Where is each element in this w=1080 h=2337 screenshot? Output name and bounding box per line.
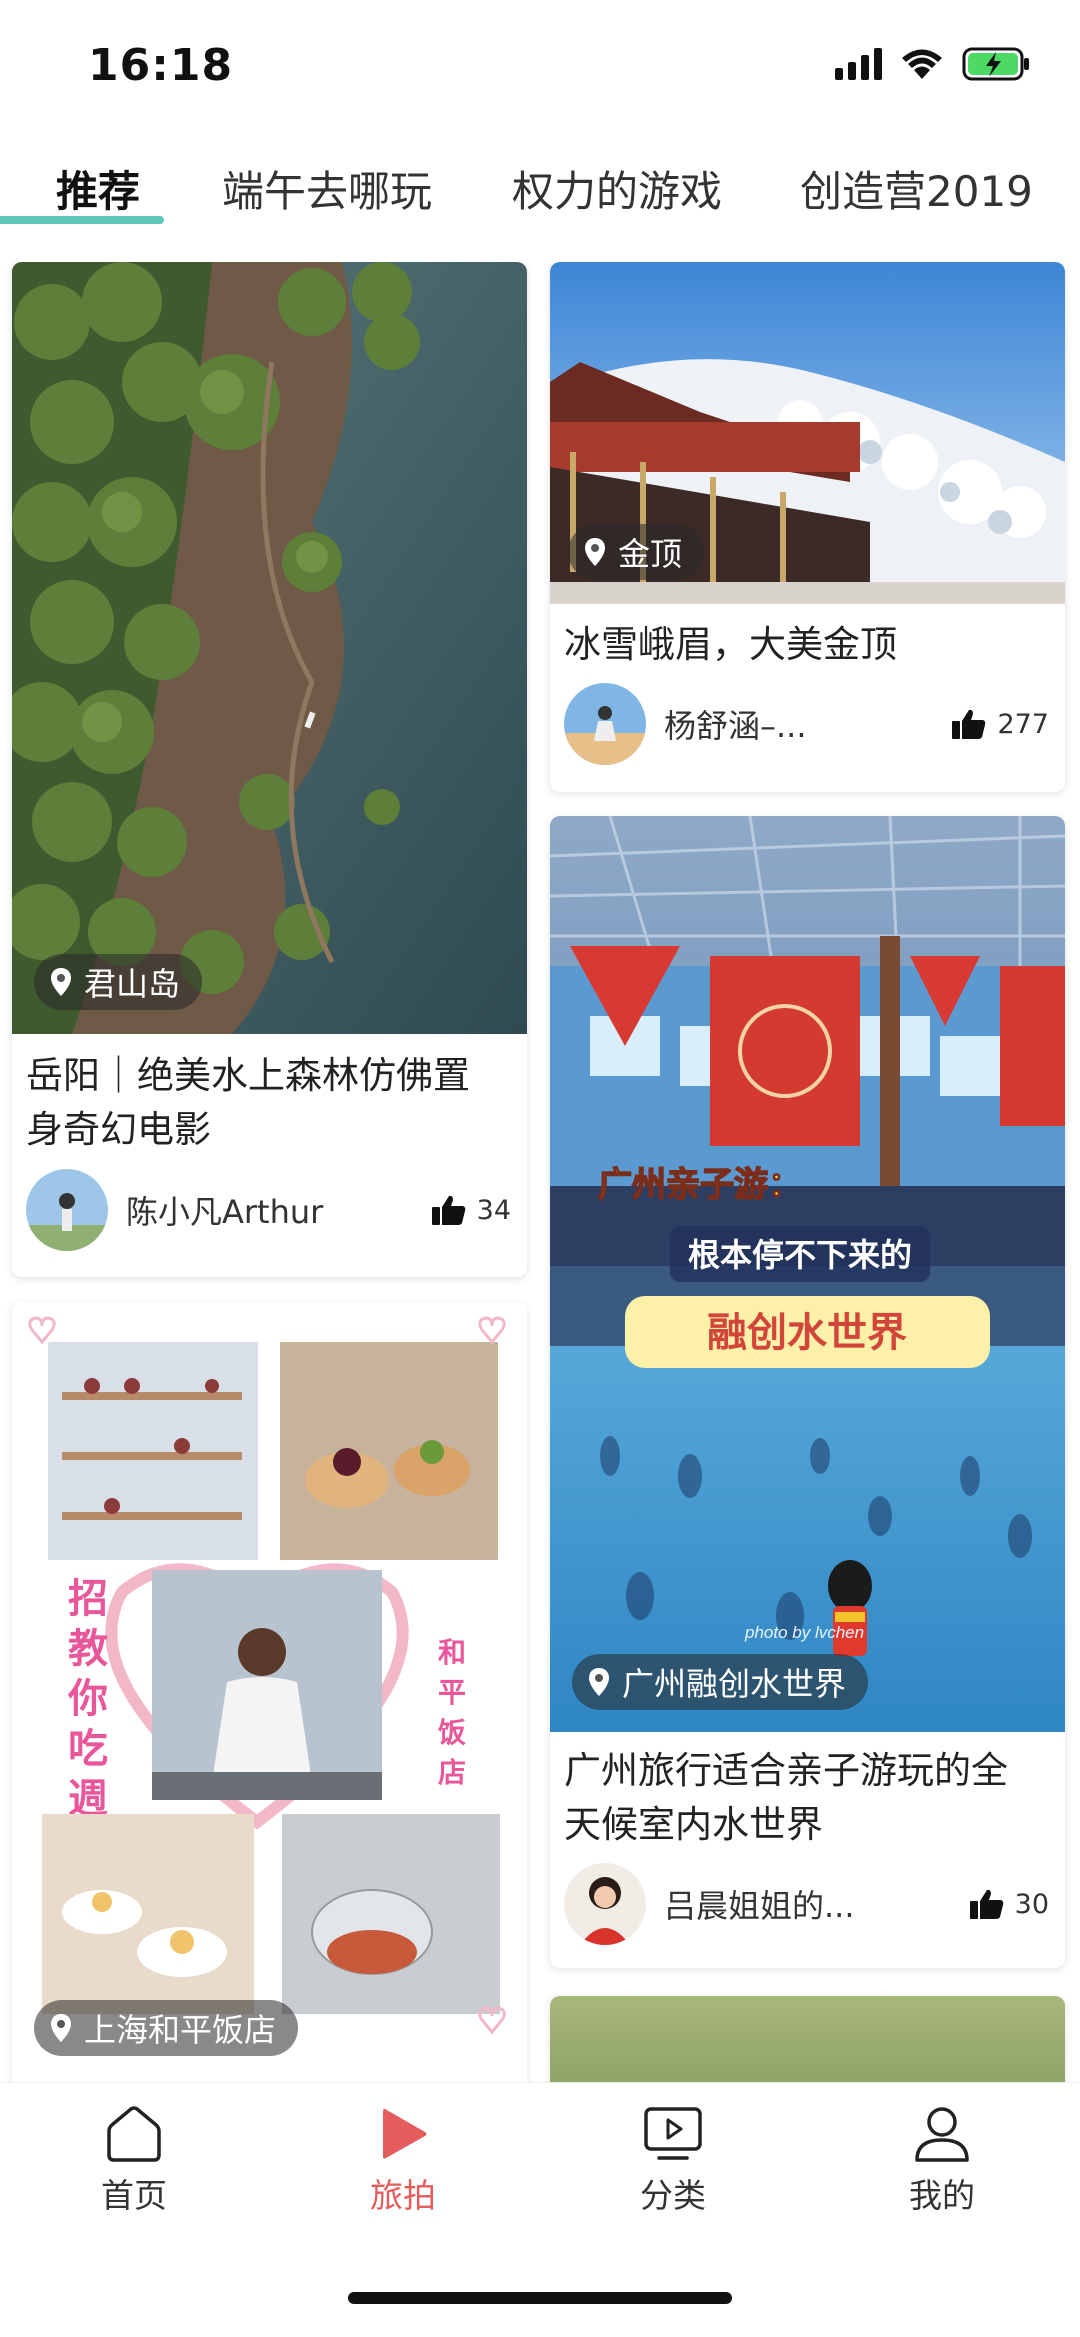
- nav-travel-shots[interactable]: 旅拍: [323, 2105, 483, 2217]
- tab-produce-camp-2019[interactable]: 创造营2019: [800, 158, 1033, 219]
- post-title[interactable]: 冰雪峨眉，大美金顶: [564, 618, 1051, 672]
- post-meta: 吕晨姐姐的... 30: [564, 1862, 1049, 1946]
- post-title-line: 广州旅行适合亲子游玩的全: [564, 1749, 1008, 1792]
- svg-text:招: 招: [68, 1577, 108, 1621]
- nav-home[interactable]: 首页: [54, 2105, 214, 2217]
- post-image[interactable]: 金顶: [550, 262, 1065, 604]
- location-label: 金顶: [618, 535, 683, 573]
- post-title-line: 岳阳｜绝美水上森林仿佛置: [26, 1054, 470, 1097]
- svg-text:饭: 饭: [438, 1717, 466, 1748]
- status-bar: 16:18: [0, 0, 1080, 132]
- nav-label: 旅拍: [370, 2176, 436, 2215]
- nav-label: 分类: [640, 2176, 706, 2215]
- author-name[interactable]: 杨舒涵–...: [664, 701, 951, 747]
- thumbs-up-icon: [969, 1889, 1003, 1919]
- post-title-line: 冰雪峨眉，大美金顶: [564, 623, 897, 666]
- post-image[interactable]: 广州亲子游： 根本停不下来的 融创水世界 photo by lvchen 广州融…: [550, 816, 1065, 1732]
- post-image[interactable]: 君山岛: [12, 262, 527, 1034]
- post-card[interactable]: [550, 1996, 1065, 2082]
- thumbs-up-icon: [952, 709, 986, 739]
- home-indicator[interactable]: [348, 2292, 732, 2304]
- svg-text:吃: 吃: [68, 1727, 108, 1771]
- svg-text:店: 店: [438, 1757, 466, 1788]
- like-count[interactable]: 30: [969, 1888, 1049, 1920]
- avatar[interactable]: [564, 1863, 646, 1945]
- post-title[interactable]: 广州旅行适合亲子游玩的全 天候室内水世界: [564, 1744, 1051, 1852]
- location-tag[interactable]: 上海和平饭店: [34, 2000, 299, 2056]
- watermark-text: photo by lvchen: [744, 1623, 864, 1642]
- home-icon: [107, 2106, 161, 2162]
- svg-text:你: 你: [67, 1677, 108, 1721]
- location-pin-icon: [51, 968, 71, 996]
- location-pin-icon: [51, 2014, 71, 2042]
- active-tab-indicator: [0, 216, 164, 224]
- location-tag[interactable]: 广州融创水世界: [572, 1654, 869, 1710]
- video-category-icon: [644, 2107, 702, 2160]
- location-tag[interactable]: 金顶: [568, 524, 705, 580]
- thumbs-up-icon: [431, 1195, 465, 1225]
- overlay-caption: 广州亲子游：: [598, 1166, 802, 1204]
- avatar[interactable]: [564, 683, 646, 765]
- post-image[interactable]: 招教你吃週 和平饭店 上海和平饭店: [12, 1302, 527, 2082]
- post-title[interactable]: 岳阳｜绝美水上森林仿佛置 身奇幻电影: [26, 1049, 513, 1157]
- overlay-caption: 根本停不下来的: [688, 1237, 912, 1273]
- like-count[interactable]: 277: [951, 708, 1049, 740]
- tab-recommend[interactable]: 推荐: [56, 158, 140, 219]
- nav-profile[interactable]: 我的: [862, 2105, 1022, 2217]
- avatar[interactable]: [26, 1169, 108, 1251]
- location-pin-icon: [589, 1668, 609, 1696]
- location-tag[interactable]: 君山岛: [34, 954, 203, 1010]
- post-title-line: 身奇幻电影: [26, 1108, 211, 1151]
- status-icons: [835, 46, 1032, 82]
- post-image[interactable]: [550, 1996, 1065, 2082]
- author-name[interactable]: 陈小凡Arthur: [126, 1187, 431, 1233]
- tab-dragon-boat[interactable]: 端午去哪玩: [222, 158, 432, 219]
- overlay-caption: 融创水世界: [707, 1311, 907, 1355]
- author-name[interactable]: 吕晨姐姐的...: [664, 1881, 969, 1927]
- post-card[interactable]: 君山岛 岳阳｜绝美水上森林仿佛置 身奇幻电影 陈小凡Arthur 34: [12, 262, 527, 1277]
- nav-categories[interactable]: 分类: [593, 2105, 753, 2217]
- location-pin-icon: [585, 538, 605, 566]
- tab-game-of-thrones[interactable]: 权力的游戏: [512, 158, 722, 219]
- nav-label: 首页: [101, 2176, 167, 2215]
- cellular-signal-icon: [835, 48, 882, 80]
- feed[interactable]: 君山岛 岳阳｜绝美水上森林仿佛置 身奇幻电影 陈小凡Arthur 34 金顶 冰…: [0, 262, 1080, 2082]
- location-label: 上海和平饭店: [84, 2011, 277, 2049]
- wifi-icon: [900, 47, 944, 81]
- location-label: 广州融创水世界: [622, 1665, 847, 1703]
- post-card[interactable]: 招教你吃週 和平饭店 上海和平饭店: [12, 1302, 527, 2082]
- post-meta: 杨舒涵–... 277: [564, 682, 1049, 766]
- svg-text:平: 平: [438, 1677, 466, 1708]
- post-card[interactable]: 金顶 冰雪峨眉，大美金顶 杨舒涵–... 277: [550, 262, 1065, 792]
- svg-text:和: 和: [438, 1637, 466, 1668]
- post-card[interactable]: 广州亲子游： 根本停不下来的 融创水世界 photo by lvchen 广州融…: [550, 816, 1065, 1968]
- post-title-line: 天候室内水世界: [564, 1803, 823, 1846]
- play-icon: [383, 2108, 427, 2159]
- post-meta: 陈小凡Arthur 34: [26, 1168, 511, 1252]
- category-tabs: 推荐 端午去哪玩 权力的游戏 创造营2019: [0, 140, 1080, 226]
- status-time: 16:18: [88, 40, 234, 91]
- location-label: 君山岛: [84, 965, 181, 1003]
- like-count[interactable]: 34: [431, 1194, 511, 1226]
- battery-charging-icon: [962, 46, 1032, 82]
- nav-label: 我的: [909, 2176, 975, 2215]
- user-icon: [915, 2107, 969, 2162]
- svg-text:教: 教: [68, 1627, 108, 1671]
